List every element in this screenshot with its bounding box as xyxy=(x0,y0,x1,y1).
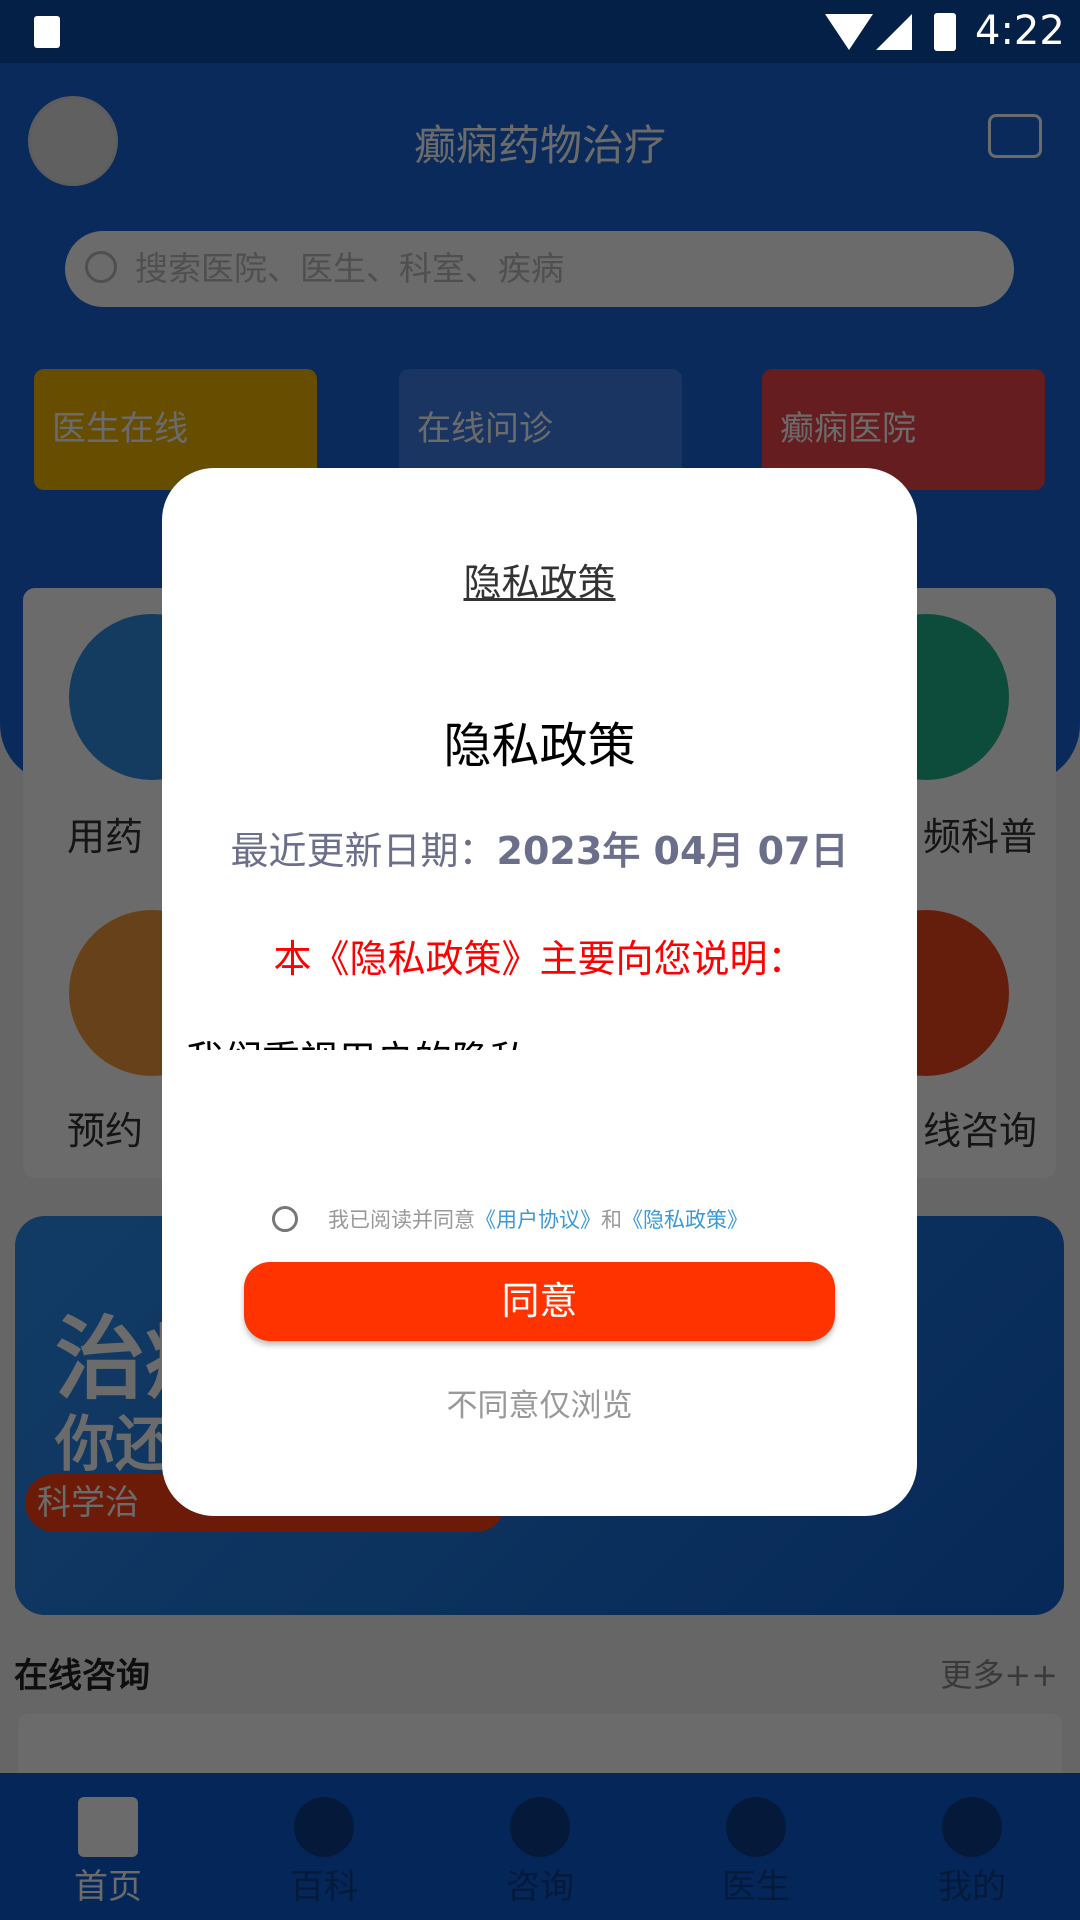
nav-label: 百科 xyxy=(290,1867,358,1907)
status-bar: 4:22 xyxy=(0,0,1080,63)
grid-label: 频科普 xyxy=(923,815,1038,859)
more-link[interactable]: 更多++ xyxy=(940,1650,1058,1696)
bottom-nav: 首页 百科 咨询 医生 我的 xyxy=(0,1773,1080,1920)
clock: 4:22 xyxy=(975,8,1065,54)
consent-checkbox[interactable] xyxy=(272,1206,298,1232)
user-agreement-link[interactable]: 《用户协议》 xyxy=(475,1204,601,1234)
chat-icon xyxy=(510,1797,570,1857)
consent-row: 我已阅读并同意 《用户协议》 和 《隐私政策》 xyxy=(272,1204,748,1234)
nav-label: 首页 xyxy=(74,1867,142,1907)
privacy-dialog: 隐私政策 隐私政策 最近更新日期：2023年 04月 07日 本《隐私政策》主要… xyxy=(162,468,917,1516)
privacy-link-title[interactable]: 隐私政策 xyxy=(162,552,917,607)
privacy-policy-link[interactable]: 《隐私政策》 xyxy=(622,1204,748,1234)
nav-label: 我的 xyxy=(938,1867,1006,1907)
section-title: 在线咨询 xyxy=(14,1656,150,1696)
signal-icon xyxy=(876,14,912,50)
banner-subline: 你还 xyxy=(55,1410,175,1480)
notice-text: 本《隐私政策》主要向您说明： xyxy=(273,937,806,981)
page-title: 癫痫药物治疗 xyxy=(413,121,666,170)
battery-icon xyxy=(934,13,956,51)
update-date: 最近更新日期：2023年 04月 07日 xyxy=(162,820,917,875)
nav-consult[interactable]: 咨询 xyxy=(432,1773,648,1920)
date-value: 2023年 04月 07日 xyxy=(496,829,849,873)
compass-icon xyxy=(294,1797,354,1857)
grid-label: 线咨询 xyxy=(923,1109,1038,1153)
user-icon xyxy=(942,1797,1002,1857)
message-icon[interactable] xyxy=(988,114,1042,158)
consent-and: 和 xyxy=(601,1208,622,1232)
grid-label: 用药 xyxy=(67,815,144,859)
home-icon xyxy=(78,1797,138,1857)
nav-home[interactable]: 首页 xyxy=(0,1773,216,1920)
agree-button[interactable]: 同意 xyxy=(244,1262,835,1341)
date-label: 最近更新日期： xyxy=(230,829,497,873)
nav-mine[interactable]: 我的 xyxy=(864,1773,1080,1920)
nav-label: 咨询 xyxy=(506,1867,574,1907)
search-placeholder: 搜索医院、医生、科室、疾病 xyxy=(135,249,564,288)
policy-body[interactable]: 我们重视用户的隐私 xyxy=(186,1038,886,1050)
nav-doctor[interactable]: 医生 xyxy=(648,1773,864,1920)
nav-encyclopedia[interactable]: 百科 xyxy=(216,1773,432,1920)
doctor-icon xyxy=(726,1797,786,1857)
accessibility-icon xyxy=(34,16,60,48)
consent-text: 我已阅读并同意 xyxy=(328,1208,475,1232)
grid-label: 预约 xyxy=(67,1109,144,1153)
disagree-button[interactable]: 不同意仅浏览 xyxy=(162,1380,917,1425)
policy-body-text: 我们重视用户的隐私 xyxy=(186,1038,886,1050)
search-icon xyxy=(85,251,117,283)
search-input[interactable]: 搜索医院、医生、科室、疾病 xyxy=(65,231,1014,307)
dialog-title: 隐私政策 xyxy=(443,718,636,774)
nav-label: 医生 xyxy=(722,1867,790,1907)
wifi-icon xyxy=(825,14,873,50)
